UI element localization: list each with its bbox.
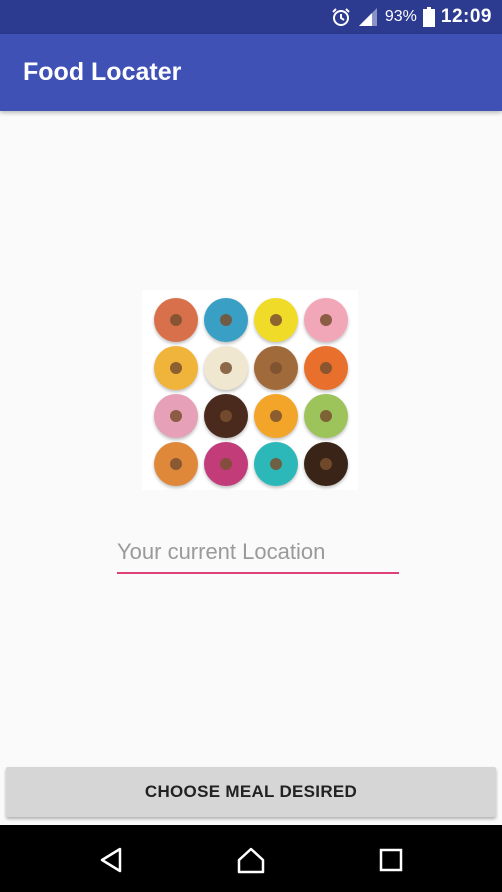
battery-percentage: 93% xyxy=(384,8,417,25)
battery-icon xyxy=(422,7,435,27)
navigation-bar xyxy=(0,825,502,892)
alarm-icon xyxy=(331,7,351,27)
donut xyxy=(204,346,248,390)
donut xyxy=(204,298,248,342)
donut xyxy=(154,346,198,390)
app-title: Food Locater xyxy=(23,58,182,86)
choose-meal-button[interactable]: CHOOSE MEAL DESIRED xyxy=(6,767,496,817)
back-icon[interactable] xyxy=(96,845,126,875)
location-input[interactable] xyxy=(117,532,399,574)
donut xyxy=(304,442,348,486)
donut xyxy=(254,442,298,486)
status-clock: 12:09 xyxy=(440,6,492,27)
app-bar: Food Locater xyxy=(0,34,502,111)
donut xyxy=(204,442,248,486)
donut xyxy=(154,394,198,438)
status-bar: 93% 12:09 xyxy=(0,0,502,34)
donut xyxy=(304,394,348,438)
status-icons: 93% 12:09 xyxy=(331,0,492,34)
donut xyxy=(304,346,348,390)
home-icon[interactable] xyxy=(236,845,266,875)
donut xyxy=(154,298,198,342)
donuts-image xyxy=(142,290,358,490)
donut xyxy=(204,394,248,438)
signal-icon xyxy=(357,7,379,27)
donut xyxy=(254,394,298,438)
donut xyxy=(254,298,298,342)
recents-icon[interactable] xyxy=(376,845,406,875)
donut xyxy=(254,346,298,390)
donut xyxy=(304,298,348,342)
donut xyxy=(154,442,198,486)
